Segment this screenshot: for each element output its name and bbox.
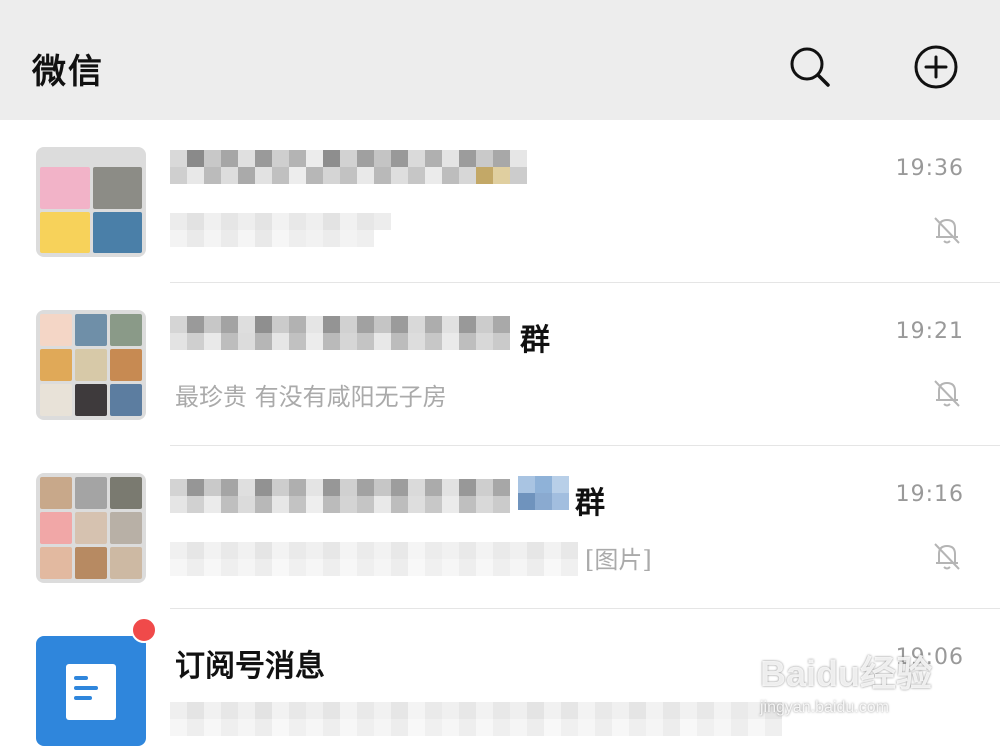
chat-preview bbox=[175, 705, 775, 741]
muted-bell-icon bbox=[930, 376, 964, 410]
muted-bell-icon bbox=[930, 539, 964, 573]
group-avatar bbox=[36, 310, 146, 420]
app-title: 微信 bbox=[32, 52, 104, 92]
add-button[interactable] bbox=[913, 44, 959, 90]
chat-preview: 最珍贵 有没有咸阳无子房 bbox=[175, 383, 447, 411]
watermark-url: jingyan.baidu.com bbox=[760, 699, 889, 716]
chat-name: 订阅号消息 bbox=[175, 649, 325, 684]
subscription-avatar bbox=[36, 636, 146, 746]
blurred-name bbox=[170, 479, 510, 513]
watermark-logo: Baidu经验 bbox=[760, 653, 933, 694]
chat-row[interactable]: 19:36 bbox=[0, 120, 1000, 283]
plus-circle-icon bbox=[914, 45, 958, 89]
chat-time: 19:21 bbox=[895, 319, 964, 344]
chat-time: 19:36 bbox=[895, 156, 964, 181]
search-icon bbox=[790, 47, 830, 87]
search-button[interactable] bbox=[787, 44, 833, 90]
unread-dot bbox=[131, 617, 157, 643]
group-avatar bbox=[36, 147, 146, 257]
chat-preview: [图片] bbox=[585, 546, 652, 574]
chat-name: 群 bbox=[520, 323, 550, 358]
subscription-doc-icon bbox=[66, 664, 116, 720]
blurred-preview bbox=[170, 542, 578, 576]
chat-row[interactable]: 群 [图片] 19:16 bbox=[0, 446, 1000, 609]
chat-time: 19:16 bbox=[895, 482, 964, 507]
top-bar: 微信 bbox=[0, 0, 1000, 120]
blurred-highlight bbox=[518, 476, 569, 510]
watermark: Baidu经验 jingyan.baidu.com bbox=[760, 645, 960, 735]
group-avatar bbox=[36, 473, 146, 583]
chat-preview bbox=[175, 216, 775, 252]
muted-bell-icon bbox=[930, 213, 964, 247]
chat-name bbox=[175, 156, 775, 200]
blurred-name bbox=[170, 316, 510, 350]
chat-name: 群 bbox=[575, 486, 605, 521]
chat-row[interactable]: 群 最珍贵 有没有咸阳无子房 19:21 bbox=[0, 283, 1000, 446]
